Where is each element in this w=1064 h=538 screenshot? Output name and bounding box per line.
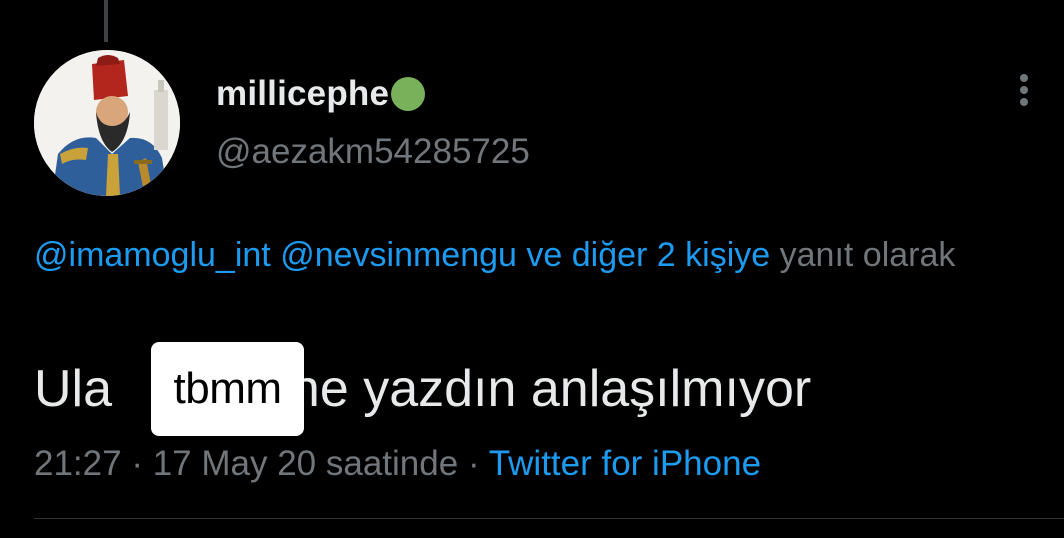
redaction-box: tbmm bbox=[151, 342, 304, 436]
thread-connector-line bbox=[104, 0, 108, 42]
green-circle-icon bbox=[391, 77, 426, 111]
tweet-text-before: Ula bbox=[34, 360, 127, 418]
meta-separator-2: · bbox=[467, 444, 480, 483]
avatar-image bbox=[34, 50, 180, 196]
tweet-detail: millicephe @aezakm54285725 @imamoglu_int… bbox=[0, 0, 1064, 538]
tweet-date[interactable]: 17 May 20 saatinde bbox=[153, 444, 458, 483]
redaction-label: tbmm bbox=[173, 364, 283, 413]
more-vertical-icon[interactable] bbox=[1012, 74, 1036, 114]
tweet-source-link[interactable]: Twitter for iPhone bbox=[489, 444, 761, 483]
others-mentions-link[interactable]: ve diğer 2 kişiye bbox=[526, 236, 770, 274]
author-name-row[interactable]: millicephe bbox=[216, 74, 426, 114]
meta-separator: · bbox=[131, 444, 143, 483]
avatar[interactable] bbox=[34, 50, 180, 196]
tweet-text-after: ne yazdın anlaşılmıyor bbox=[276, 360, 812, 418]
mention-link-nevsinmengu[interactable]: @nevsinmengu bbox=[280, 236, 517, 274]
user-handle[interactable]: @aezakm54285725 bbox=[216, 132, 530, 172]
reply-context: @imamoglu_int @nevsinmengu ve diğer 2 ki… bbox=[34, 228, 1024, 282]
divider bbox=[34, 518, 1064, 519]
mention-link-imamoglu[interactable]: @imamoglu_int bbox=[34, 236, 271, 274]
reply-context-suffix: yanıt olarak bbox=[779, 236, 956, 274]
tweet-metadata: 21:27 · 17 May 20 saatinde · Twitter for… bbox=[34, 444, 761, 484]
tweet-time[interactable]: 21:27 bbox=[34, 444, 122, 483]
display-name[interactable]: millicephe bbox=[216, 74, 389, 114]
